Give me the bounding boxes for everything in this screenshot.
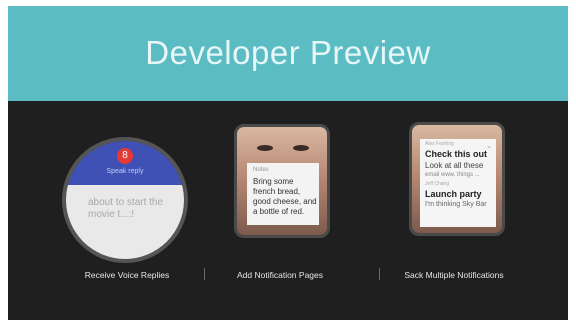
- notification-stack[interactable]: ⌄ Alex Fashing Check this out Look at al…: [420, 139, 496, 227]
- voice-reply-body: about to start the movie t...:!: [66, 185, 184, 259]
- card-label: Notes: [253, 167, 269, 173]
- caption-stack-notifications: Sack Multiple Notifications: [404, 270, 504, 280]
- voice-reply-header: 8 Speak reply: [66, 141, 184, 185]
- second-sender: Jeff Chang: [425, 181, 450, 187]
- card-text: Bring some french bread, good cheese, an…: [253, 177, 317, 216]
- first-notification-title: Check this out: [425, 149, 488, 159]
- notification-page-card[interactable]: Notes Bring some french bread, good chee…: [247, 163, 319, 225]
- first-notification-body: Look at all these: [425, 161, 484, 170]
- second-notification-title: Launch party: [425, 189, 482, 199]
- caption-notification-pages: Add Notification Pages: [237, 270, 323, 280]
- caption-voice-replies: Receive Voice Replies: [84, 270, 170, 280]
- slide: Developer Preview 8 Speak reply about to…: [8, 6, 568, 320]
- square-watch-stack: ⌄ Alex Fashing Check this out Look at al…: [409, 122, 505, 236]
- page-title: Developer Preview: [145, 34, 431, 71]
- round-watch: 8 Speak reply about to start the movie t…: [62, 137, 188, 263]
- square-watch-pages: Notes Bring some french bread, good chee…: [234, 124, 330, 238]
- speak-reply-label: Speak reply: [106, 168, 144, 175]
- voice-transcript: about to start the movie t...:!: [88, 197, 164, 220]
- first-notification-extra: email www. things ...: [425, 172, 480, 178]
- photo-detail: [257, 145, 273, 151]
- photo-detail: [293, 145, 309, 151]
- title-banner: Developer Preview: [8, 6, 568, 101]
- microphone-icon[interactable]: 8: [117, 148, 133, 164]
- first-sender: Alex Fashing: [425, 141, 454, 147]
- second-notification-body: I'm thinking Sky Bar: [425, 201, 487, 208]
